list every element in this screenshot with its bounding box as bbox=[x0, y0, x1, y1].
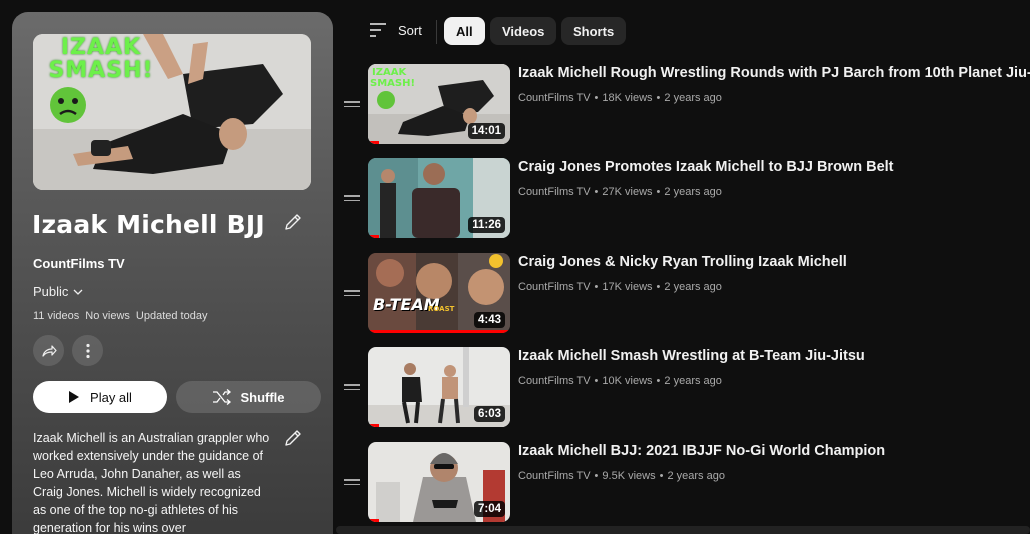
video-views: 9.5K views bbox=[602, 470, 656, 482]
video-thumbnail[interactable]: 6:03 bbox=[368, 347, 510, 427]
video-channel[interactable]: CountFilms TV bbox=[518, 470, 591, 482]
video-age: 2 years ago bbox=[667, 470, 725, 482]
video-thumbnail[interactable]: 11:26 bbox=[368, 158, 510, 238]
horizontal-scrollbar[interactable] bbox=[336, 526, 1030, 534]
chip-divider bbox=[436, 20, 437, 44]
video-row[interactable]: IZAAK SMASH! 14:01 Izaak Michell Rough W… bbox=[340, 64, 1030, 144]
video-channel[interactable]: CountFilms TV bbox=[518, 281, 591, 293]
playlist-thumbnail[interactable]: IZAAK SMASH! bbox=[33, 34, 311, 190]
chip-shorts[interactable]: Shorts bbox=[561, 17, 627, 45]
play-icon bbox=[69, 391, 80, 403]
video-meta: CountFilms TV • 9.5K views • 2 years ago bbox=[518, 470, 725, 482]
svg-text:IZAAK: IZAAK bbox=[372, 67, 407, 78]
video-duration: 11:26 bbox=[468, 217, 505, 233]
playlist-header-panel: IZAAK SMASH! Izaak Michell BJJ CountFilm… bbox=[12, 12, 333, 534]
video-title[interactable]: Craig Jones & Nicky Ryan Trolling Izaak … bbox=[518, 254, 847, 270]
pencil-icon bbox=[285, 214, 301, 230]
playlist-title: Izaak Michell BJJ bbox=[32, 210, 265, 239]
watch-progress bbox=[368, 235, 380, 238]
sort-label: Sort bbox=[398, 22, 422, 38]
watch-progress bbox=[368, 330, 510, 333]
video-channel[interactable]: CountFilms TV bbox=[518, 375, 591, 387]
video-row[interactable]: 6:03 Izaak Michell Smash Wrestling at B-… bbox=[340, 347, 1030, 427]
chevron-down-icon bbox=[73, 289, 83, 295]
drag-handle-icon[interactable] bbox=[344, 101, 360, 109]
video-duration: 14:01 bbox=[467, 123, 505, 139]
video-row[interactable]: 11:26 Craig Jones Promotes Izaak Michell… bbox=[340, 158, 1030, 238]
video-age: 2 years ago bbox=[664, 281, 722, 293]
sort-icon bbox=[370, 23, 386, 37]
shuffle-icon bbox=[213, 389, 232, 405]
watch-progress bbox=[368, 424, 380, 427]
video-meta: CountFilms TV • 10K views • 2 years ago bbox=[518, 375, 722, 387]
playlist-description: Izaak Michell is an Australian grappler … bbox=[33, 431, 270, 534]
privacy-dropdown[interactable]: Public bbox=[33, 284, 84, 299]
watch-progress bbox=[368, 141, 380, 144]
video-meta: CountFilms TV • 18K views • 2 years ago bbox=[518, 92, 722, 104]
drag-handle-icon[interactable] bbox=[344, 195, 360, 203]
playlist-thumbnail-text: IZAAK SMASH! bbox=[48, 35, 154, 83]
watch-progress bbox=[368, 519, 380, 522]
chip-videos[interactable]: Videos bbox=[490, 17, 557, 45]
drag-handle-icon[interactable] bbox=[344, 290, 360, 298]
drag-handle-icon[interactable] bbox=[344, 479, 360, 487]
video-duration: 7:04 bbox=[473, 501, 505, 517]
edit-description-button[interactable] bbox=[282, 427, 304, 449]
video-views: 27K views bbox=[602, 186, 653, 198]
video-title[interactable]: Craig Jones Promotes Izaak Michell to BJ… bbox=[518, 159, 894, 175]
chip-all[interactable]: All bbox=[444, 17, 485, 45]
share-button[interactable] bbox=[33, 335, 64, 366]
video-title[interactable]: Izaak Michell Smash Wrestling at B-Team … bbox=[518, 348, 865, 364]
video-age: 2 years ago bbox=[664, 375, 722, 387]
pencil-icon bbox=[285, 430, 301, 446]
play-all-label: Play all bbox=[90, 389, 132, 405]
more-actions-button[interactable] bbox=[72, 335, 103, 366]
video-count: 11 videos bbox=[33, 310, 80, 322]
thumbnail-subtitle-text: ROAST bbox=[428, 305, 455, 313]
share-icon bbox=[41, 344, 57, 357]
more-vert-icon bbox=[85, 343, 90, 358]
video-title[interactable]: Izaak Michell BJJ: 2021 IBJJF No-Gi Worl… bbox=[518, 443, 885, 459]
playlist-stats: 11 videos No views Updated today bbox=[33, 310, 207, 322]
shuffle-label: Shuffle bbox=[240, 389, 285, 405]
video-channel[interactable]: CountFilms TV bbox=[518, 186, 591, 198]
updated-date: Updated today bbox=[135, 310, 208, 322]
video-views: 17K views bbox=[602, 281, 653, 293]
video-row[interactable]: B-TEAM ROAST 4:43 Craig Jones & Nicky Ry… bbox=[340, 253, 1030, 333]
video-thumbnail[interactable]: IZAAK SMASH! 14:01 bbox=[368, 64, 510, 144]
privacy-label: Public bbox=[33, 284, 69, 299]
video-duration: 4:43 bbox=[473, 312, 505, 328]
video-age: 2 years ago bbox=[664, 92, 722, 104]
play-all-button[interactable]: Play all bbox=[33, 381, 167, 413]
edit-title-button[interactable] bbox=[282, 211, 304, 233]
video-meta: CountFilms TV • 27K views • 2 years ago bbox=[518, 186, 722, 198]
video-channel[interactable]: CountFilms TV bbox=[518, 92, 591, 104]
shuffle-button[interactable]: Shuffle bbox=[176, 381, 321, 413]
svg-text:SMASH!: SMASH! bbox=[370, 78, 415, 89]
video-duration: 6:03 bbox=[473, 406, 505, 422]
video-title[interactable]: Izaak Michell Rough Wrestling Rounds wit… bbox=[518, 65, 1030, 81]
video-thumbnail[interactable]: 7:04 bbox=[368, 442, 510, 522]
drag-handle-icon[interactable] bbox=[344, 384, 360, 392]
view-count: No views bbox=[85, 310, 130, 322]
video-views: 18K views bbox=[602, 92, 653, 104]
sort-button[interactable]: Sort bbox=[368, 22, 422, 38]
video-views: 10K views bbox=[602, 375, 653, 387]
video-thumbnail[interactable]: B-TEAM ROAST 4:43 bbox=[368, 253, 510, 333]
video-meta: CountFilms TV • 17K views • 2 years ago bbox=[518, 281, 722, 293]
playlist-owner[interactable]: CountFilms TV bbox=[33, 256, 125, 271]
video-row[interactable]: 7:04 Izaak Michell BJJ: 2021 IBJJF No-Gi… bbox=[340, 442, 1030, 522]
video-age: 2 years ago bbox=[664, 186, 722, 198]
